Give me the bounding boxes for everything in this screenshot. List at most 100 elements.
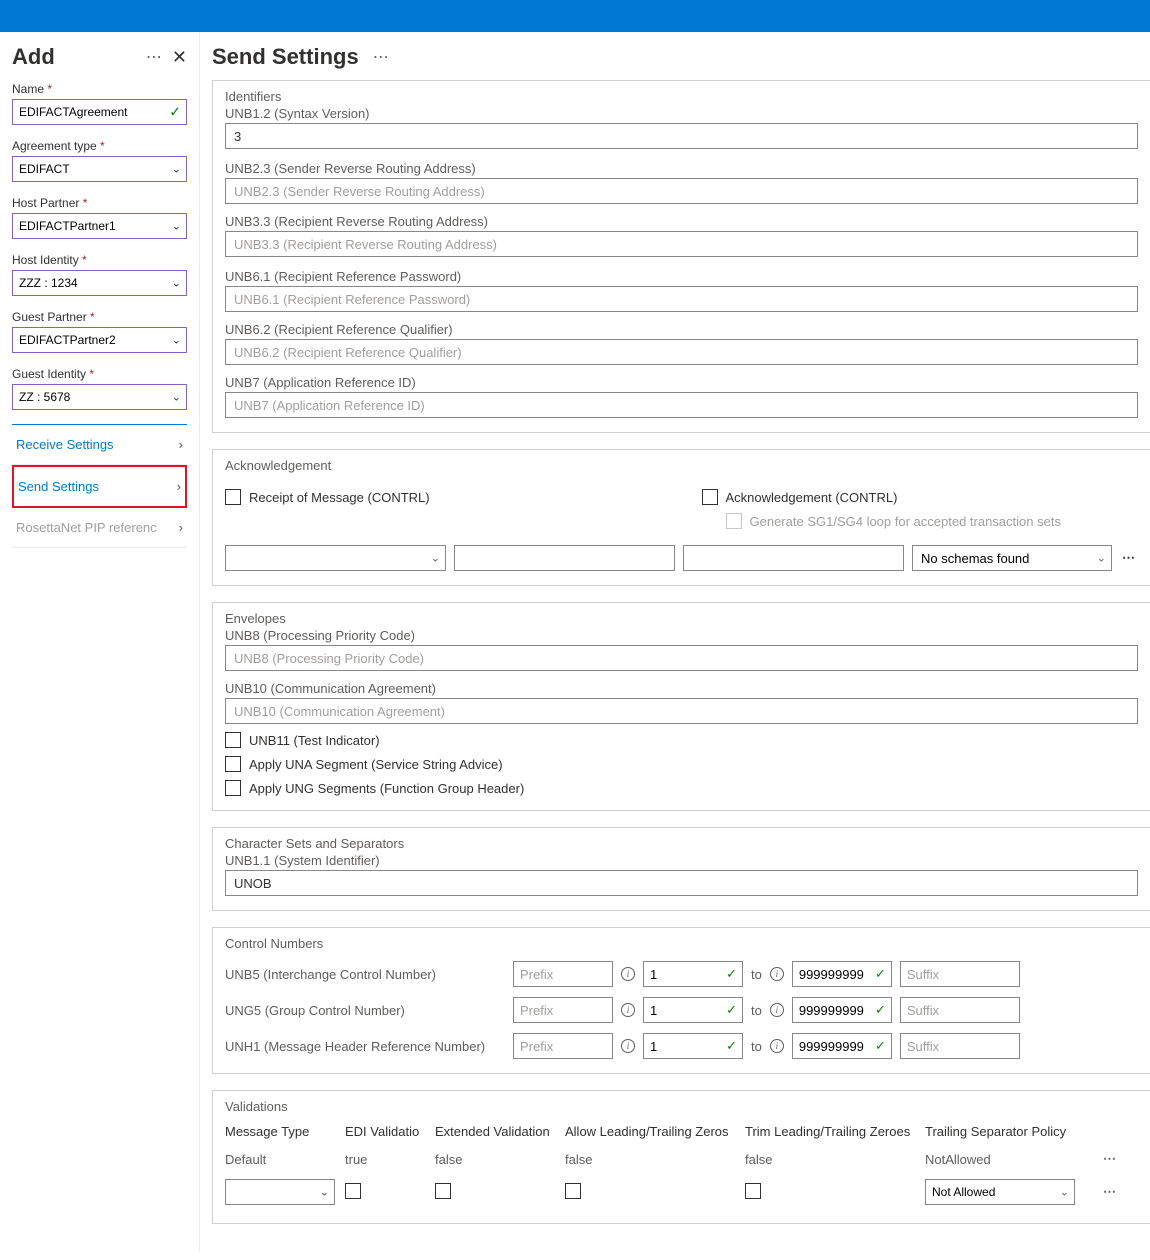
name-input[interactable] <box>12 99 187 125</box>
col-trim: Trim Leading/Trailing Zeroes <box>745 1120 925 1143</box>
unb62-label: UNB6.2 (Recipient Reference Qualifier) <box>225 322 1138 337</box>
section-title: Validations <box>225 1099 1138 1114</box>
unh1-from[interactable] <box>643 1033 743 1059</box>
ung5-suffix[interactable] <box>900 997 1020 1023</box>
more-icon[interactable]: ⋯ <box>1120 550 1138 566</box>
receipt-checkbox[interactable] <box>225 489 241 505</box>
section-title: Identifiers <box>225 89 1138 104</box>
control-numbers-section: Control Numbers UNB5 (Interchange Contro… <box>212 927 1150 1074</box>
unb33-label: UNB3.3 (Recipient Reverse Routing Addres… <box>225 214 1138 229</box>
ack-dropdown-3[interactable] <box>683 545 904 571</box>
col-message-type: Message Type <box>225 1120 345 1143</box>
unb23-label: UNB2.3 (Sender Reverse Routing Address) <box>225 161 1138 176</box>
unb62-input[interactable] <box>225 339 1138 365</box>
ack-schema-dropdown[interactable] <box>912 545 1112 571</box>
nav-label: Send Settings <box>18 479 99 494</box>
ack-dropdown-1[interactable] <box>225 545 446 571</box>
unh1-suffix[interactable] <box>900 1033 1020 1059</box>
host-partner-select[interactable] <box>12 213 187 239</box>
info-icon[interactable]: i <box>770 967 784 981</box>
info-icon[interactable]: i <box>621 967 635 981</box>
unb5-from[interactable] <box>643 961 743 987</box>
validation-default-row: Default true false false false NotAllowe… <box>225 1147 1138 1171</box>
col-leading: Allow Leading/Trailing Zeros <box>565 1120 745 1143</box>
unb11-checkbox-label: UNB11 (Test Indicator) <box>249 733 380 748</box>
col-trailing: Trailing Separator Policy <box>925 1120 1095 1143</box>
acknowledgement-section: Acknowledgement Receipt of Message (CONT… <box>212 449 1150 586</box>
envelopes-section: Envelopes UNB8 (Processing Priority Code… <box>212 602 1150 811</box>
edi-checkbox[interactable] <box>345 1183 361 1199</box>
unh1-to[interactable] <box>792 1033 892 1059</box>
unb10-input[interactable] <box>225 698 1138 724</box>
more-icon[interactable]: ⋯ <box>146 47 162 67</box>
more-icon[interactable]: ⋯ <box>1101 1151 1119 1166</box>
host-identity-select[interactable] <box>12 270 187 296</box>
host-identity-label: Host Identity <box>12 253 187 267</box>
generate-loop-label: Generate SG1/SG4 loop for accepted trans… <box>750 514 1061 529</box>
guest-identity-select[interactable] <box>12 384 187 410</box>
unb8-input[interactable] <box>225 645 1138 671</box>
unb7-input[interactable] <box>225 392 1138 418</box>
lead-checkbox[interactable] <box>565 1183 581 1199</box>
ung5-to[interactable] <box>792 997 892 1023</box>
unb12-label: UNB1.2 (Syntax Version) <box>225 106 1138 121</box>
nav-rosettanet[interactable]: RosettaNet PIP referenc › <box>12 508 187 548</box>
more-icon[interactable]: ⋯ <box>373 47 389 67</box>
unh1-label: UNH1 (Message Header Reference Number) <box>225 1039 505 1054</box>
unb33-input[interactable] <box>225 231 1138 257</box>
ext-checkbox[interactable] <box>435 1183 451 1199</box>
validations-header: Message Type EDI Validatio Extended Vali… <box>225 1120 1138 1143</box>
guest-partner-label: Guest Partner <box>12 310 187 324</box>
add-title: Add <box>12 44 55 70</box>
policy-select[interactable] <box>925 1179 1075 1205</box>
agreement-type-select[interactable] <box>12 156 187 182</box>
ack-dropdown-2[interactable] <box>454 545 675 571</box>
unb5-label: UNB5 (Interchange Control Number) <box>225 967 505 982</box>
unb5-suffix[interactable] <box>900 961 1020 987</box>
receipt-label: Receipt of Message (CONTRL) <box>249 490 430 505</box>
default-trim: false <box>745 1148 925 1171</box>
send-settings-panel: Send Settings ⋯ Identifiers UNB1.2 (Synt… <box>200 32 1150 1252</box>
more-icon[interactable]: ⋯ <box>1101 1184 1119 1199</box>
info-icon[interactable]: i <box>770 1003 784 1017</box>
section-title: Character Sets and Separators <box>225 836 1138 851</box>
ung5-from[interactable] <box>643 997 743 1023</box>
apply-ung-checkbox[interactable] <box>225 780 241 796</box>
trim-checkbox[interactable] <box>745 1183 761 1199</box>
msg-type-select[interactable] <box>225 1179 335 1205</box>
guest-partner-select[interactable] <box>12 327 187 353</box>
default-trail: NotAllowed <box>925 1148 1095 1171</box>
info-icon[interactable]: i <box>621 1039 635 1053</box>
unb8-label: UNB8 (Processing Priority Code) <box>225 628 1138 643</box>
section-title: Acknowledgement <box>225 458 1138 473</box>
apply-una-checkbox[interactable] <box>225 756 241 772</box>
unb5-prefix[interactable] <box>513 961 613 987</box>
nav-receive-settings[interactable]: Receive Settings › <box>12 425 187 465</box>
unb11-sys-label: UNB1.1 (System Identifier) <box>225 853 1138 868</box>
ung5-prefix[interactable] <box>513 997 613 1023</box>
unb11-sys-input[interactable] <box>225 870 1138 896</box>
to-label: to <box>751 1003 762 1018</box>
default-msg: Default <box>225 1148 345 1171</box>
info-icon[interactable]: i <box>621 1003 635 1017</box>
unb10-label: UNB10 (Communication Agreement) <box>225 681 1138 696</box>
unb23-input[interactable] <box>225 178 1138 204</box>
ack-contrl-checkbox[interactable] <box>702 489 718 505</box>
top-bar <box>0 0 1150 32</box>
name-label: Name <box>12 82 187 96</box>
unb61-input[interactable] <box>225 286 1138 312</box>
ack-contrl-label: Acknowledgement (CONTRL) <box>726 490 898 505</box>
unb11-checkbox[interactable] <box>225 732 241 748</box>
default-edi: true <box>345 1148 435 1171</box>
unh1-prefix[interactable] <box>513 1033 613 1059</box>
ung5-label: UNG5 (Group Control Number) <box>225 1003 505 1018</box>
info-icon[interactable]: i <box>770 1039 784 1053</box>
validation-input-row: ⌄ ⌄ ⋯ <box>225 1175 1138 1209</box>
col-extended: Extended Validation <box>435 1120 565 1143</box>
unb12-input[interactable] <box>225 123 1138 149</box>
unb5-to[interactable] <box>792 961 892 987</box>
unb61-label: UNB6.1 (Recipient Reference Password) <box>225 269 1138 284</box>
close-icon[interactable]: ✕ <box>172 47 187 68</box>
nav-send-settings[interactable]: Send Settings › <box>12 465 187 508</box>
validations-section: Validations Message Type EDI Validatio E… <box>212 1090 1150 1224</box>
